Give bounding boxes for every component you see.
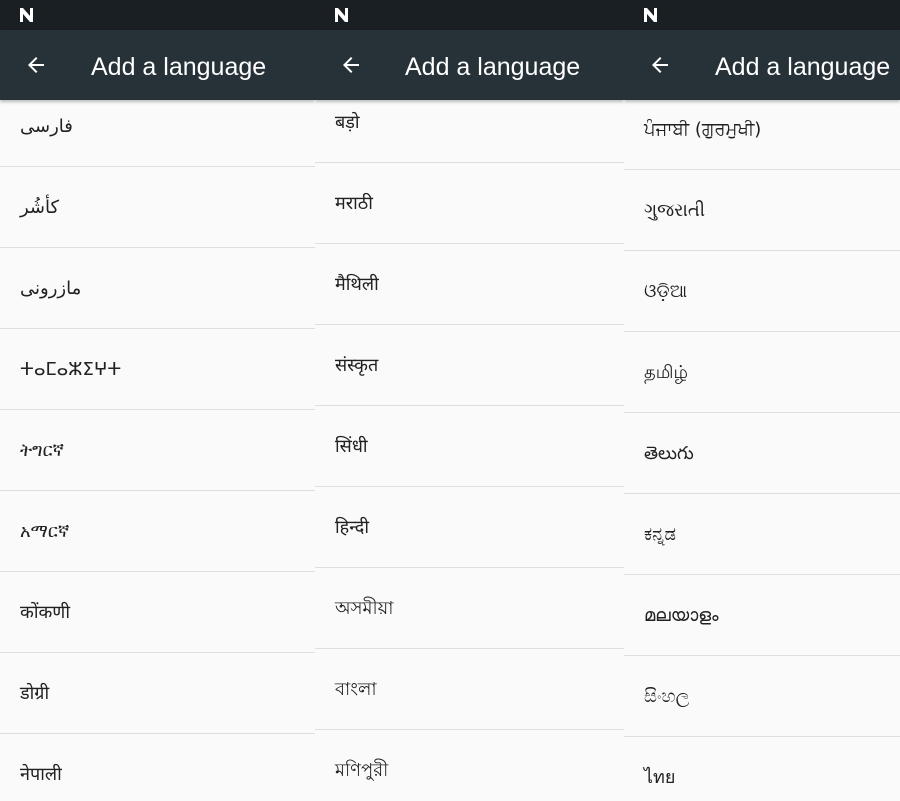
app-bar: Add a language [624, 30, 900, 100]
screen-panel-3: Add a language ਪੰਜਾਬੀ (ਗੁਰਮੁਖੀ) ગુજરાતી … [624, 0, 900, 801]
page-title: Add a language [91, 53, 267, 81]
language-name: മലയാളം [644, 605, 719, 626]
language-name: ⵜⴰⵎⴰⵣⵉⵖⵜ [20, 359, 122, 380]
arrow-back-icon [343, 57, 359, 73]
language-item[interactable]: አማርኛ [0, 491, 315, 572]
app-bar: Add a language [0, 30, 315, 100]
language-item[interactable]: মণিপুরী [315, 730, 624, 801]
arrow-back-icon [28, 57, 44, 73]
page-title: Add a language [715, 53, 891, 81]
language-item[interactable]: مازرونی [0, 248, 315, 329]
screen-panel-1: Add a language فارسی کأشُر مازرونی ⵜⴰⵎⴰⵣ… [0, 0, 315, 801]
status-bar [0, 0, 315, 30]
n-logo-icon [335, 8, 348, 22]
language-item[interactable]: मराठी [315, 163, 624, 244]
language-item[interactable]: فارسی [0, 100, 315, 167]
app-bar: Add a language [315, 30, 624, 100]
language-item[interactable]: ⵜⴰⵎⴰⵣⵉⵖⵜ [0, 329, 315, 410]
language-item[interactable]: বাংলা [315, 649, 624, 730]
language-name: ଓଡ଼ିଆ [644, 281, 688, 302]
language-name: बड़ो [335, 112, 360, 133]
language-name: कोंकणी [20, 602, 70, 623]
language-name: ไทย [644, 767, 676, 788]
language-item[interactable]: बड़ो [315, 100, 624, 163]
n-logo-icon [644, 8, 657, 22]
language-name: کأشُر [20, 197, 60, 218]
language-name: মণিপুরী [335, 760, 389, 781]
language-item[interactable]: کأشُر [0, 167, 315, 248]
screen-panel-2: Add a language बड़ो मराठी मैथिली संस्कृत… [315, 0, 624, 801]
back-button[interactable] [638, 43, 682, 87]
language-list: فارسی کأشُر مازرونی ⵜⴰⵎⴰⵣⵉⵖⵜ ትግርኛ አማርኛ क… [0, 100, 315, 801]
language-name: हिन्दी [335, 517, 370, 538]
language-item[interactable]: සිංහල [624, 656, 900, 737]
language-name: संस्कृत [335, 355, 379, 376]
language-item[interactable]: ትግርኛ [0, 410, 315, 491]
language-name: सिंधी [335, 436, 368, 457]
language-name: తెలుగు [644, 443, 694, 464]
language-item[interactable]: ગુજરાતી [624, 170, 900, 251]
language-item[interactable]: ਪੰਜਾਬੀ (ਗੁਰਮੁਖੀ) [624, 100, 900, 170]
language-name: मराठी [335, 193, 373, 214]
status-bar [315, 0, 624, 30]
language-item[interactable]: ไทย [624, 737, 900, 801]
language-item[interactable]: தமிழ் [624, 332, 900, 413]
language-item[interactable]: डोग्री [0, 653, 315, 734]
language-name: বাংলা [335, 679, 377, 700]
language-name: ਪੰਜਾਬੀ (ਗੁਰਮੁਖੀ) [644, 119, 762, 140]
language-name: नेपाली [20, 764, 62, 785]
arrow-back-icon [652, 57, 668, 73]
language-name: डोग्री [20, 683, 50, 704]
language-name: ಕನ್ನಡ [644, 524, 677, 545]
language-item[interactable]: सिंधी [315, 406, 624, 487]
back-button[interactable] [14, 43, 58, 87]
status-bar [624, 0, 900, 30]
language-name: فارسی [20, 116, 73, 137]
language-name: ትግርኛ [20, 440, 64, 461]
language-item[interactable]: తెలుగు [624, 413, 900, 494]
language-item[interactable]: മലയാളം [624, 575, 900, 656]
language-list: ਪੰਜਾਬੀ (ਗੁਰਮੁਖੀ) ગુજરાતી ଓଡ଼ିଆ தமிழ் తెల… [624, 100, 900, 801]
language-item[interactable]: ଓଡ଼ିଆ [624, 251, 900, 332]
n-logo-icon [20, 8, 33, 22]
language-list: बड़ो मराठी मैथिली संस्कृत सिंधी हिन्दी অ… [315, 100, 624, 801]
language-name: አማርኛ [20, 521, 70, 542]
language-name: ગુજરાતી [644, 200, 705, 221]
language-name: অসমীয়া [335, 598, 394, 619]
language-item[interactable]: ಕನ್ನಡ [624, 494, 900, 575]
page-title: Add a language [405, 53, 581, 81]
language-item[interactable]: नेपाली [0, 734, 315, 801]
language-name: मैथिली [335, 274, 379, 295]
language-name: සිංහල [644, 686, 690, 707]
language-item[interactable]: कोंकणी [0, 572, 315, 653]
language-item[interactable]: मैथिली [315, 244, 624, 325]
language-item[interactable]: অসমীয়া [315, 568, 624, 649]
back-button[interactable] [329, 43, 373, 87]
language-name: தமிழ் [644, 362, 688, 383]
language-item[interactable]: हिन्दी [315, 487, 624, 568]
language-name: مازرونی [20, 278, 82, 299]
language-item[interactable]: संस्कृत [315, 325, 624, 406]
